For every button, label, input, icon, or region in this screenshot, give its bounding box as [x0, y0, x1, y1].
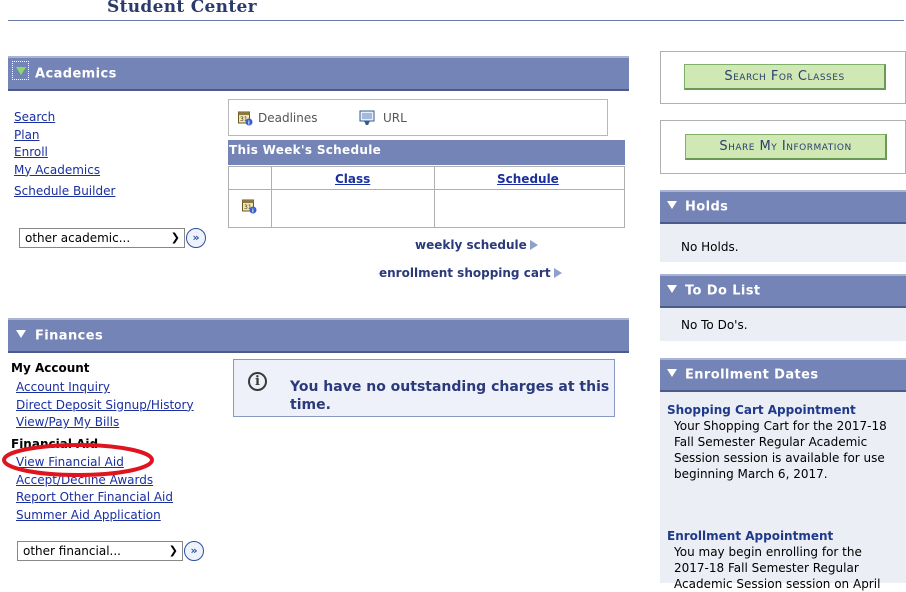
shopping-cart-appointment-title: Shopping Cart Appointment: [667, 403, 856, 417]
share-my-information-label: Share My Information: [719, 139, 852, 154]
enrollment-appointment-text: You may begin enrolling for the 2017-18 …: [674, 545, 881, 591]
holds-panel: No Holds.: [660, 224, 906, 262]
svg-text:i: i: [248, 121, 250, 127]
search-for-classes-button[interactable]: Search For Classes: [684, 64, 886, 90]
academics-link-search[interactable]: Search: [14, 110, 55, 124]
collapse-triangle-icon[interactable]: [667, 201, 677, 209]
info-icon: i: [248, 372, 267, 391]
arrow-right-icon: [529, 239, 538, 250]
shopping-cart-label: enrollment shopping cart: [379, 266, 551, 280]
charges-message: You have no outstanding charges at this …: [290, 379, 610, 413]
todo-panel: No To Do's.: [660, 308, 906, 341]
calendar-info-icon: 31 i: [238, 111, 253, 127]
enrollment-dates-header[interactable]: Enrollment Dates: [660, 358, 906, 392]
chevron-down-icon: ❯: [170, 231, 180, 244]
schedule-table: Class Schedule 31 i: [228, 166, 625, 228]
tab-url[interactable]: URL: [383, 111, 407, 125]
tab-deadlines[interactable]: Deadlines: [258, 111, 318, 125]
my-account-heading: My Account: [11, 361, 90, 375]
finances-title: Finances: [35, 328, 104, 343]
url-icon: [359, 110, 375, 125]
share-my-information-button[interactable]: Share My Information: [685, 134, 887, 160]
financial-go-button[interactable]: »: [184, 541, 204, 561]
collapse-triangle-icon[interactable]: [667, 285, 677, 293]
finances-header[interactable]: Finances: [8, 318, 629, 353]
report-other-aid-link[interactable]: Report Other Financial Aid: [16, 490, 173, 504]
direct-deposit-link[interactable]: Direct Deposit Signup/History: [16, 398, 194, 412]
holds-text: No Holds.: [681, 240, 739, 254]
deadlines-url-box: 31 i Deadlines URL: [228, 99, 608, 136]
svg-text:i: i: [252, 209, 254, 215]
academics-link-enroll[interactable]: Enroll: [14, 145, 48, 159]
collapse-triangle-icon[interactable]: [16, 330, 26, 338]
shopping-cart-appointment-text: Your Shopping Cart for the 2017-18 Fall …: [674, 419, 887, 481]
search-for-classes-label: Search For Classes: [724, 69, 845, 84]
enrollment-dates-title: Enrollment Dates: [685, 367, 819, 383]
financial-dropdown[interactable]: other financial... ❯: [17, 541, 183, 561]
account-inquiry-link[interactable]: Account Inquiry: [16, 380, 110, 394]
collapse-triangle-icon[interactable]: [16, 67, 26, 75]
todo-title: To Do List: [685, 283, 761, 299]
weekly-schedule-label: weekly schedule: [415, 238, 527, 252]
todo-header[interactable]: To Do List: [660, 274, 906, 308]
schedule-builder-link[interactable]: Schedule Builder: [14, 184, 115, 198]
academics-title: Academics: [35, 66, 117, 81]
weekly-schedule-link[interactable]: weekly schedule: [415, 234, 538, 253]
schedule-header: This Week's Schedule: [228, 140, 625, 165]
page-title: Student Center: [107, 0, 257, 17]
enrollment-appointment-title: Enrollment Appointment: [667, 529, 834, 543]
highlight-circle: [2, 443, 154, 477]
academics-header[interactable]: Academics: [8, 56, 629, 91]
view-pay-bills-link[interactable]: View/Pay My Bills: [16, 415, 119, 429]
academics-dropdown[interactable]: other academic... ❯: [19, 228, 185, 248]
column-schedule[interactable]: Schedule: [497, 172, 559, 186]
title-divider: [8, 20, 904, 21]
academics-dropdown-value: other academic...: [25, 231, 131, 245]
calendar-info-icon: 31 i: [242, 199, 257, 215]
charges-message-box: i You have no outstanding charges at thi…: [233, 359, 615, 417]
schedule-title: This Week's Schedule: [229, 143, 382, 157]
holds-title: Holds: [685, 199, 729, 215]
academics-link-my-academics[interactable]: My Academics: [14, 163, 100, 177]
academics-link-plan[interactable]: Plan: [14, 128, 40, 142]
holds-header[interactable]: Holds: [660, 190, 906, 224]
chevron-down-icon: ❯: [168, 544, 178, 557]
column-class[interactable]: Class: [335, 172, 370, 186]
financial-dropdown-value: other financial...: [23, 544, 121, 558]
collapse-triangle-icon[interactable]: [667, 369, 677, 377]
arrow-right-icon: [553, 267, 562, 278]
summer-aid-link[interactable]: Summer Aid Application: [16, 508, 161, 522]
academics-go-button[interactable]: »: [186, 228, 206, 248]
todo-text: No To Do's.: [681, 318, 748, 332]
enrollment-dates-panel: Shopping Cart Appointment Your Shopping …: [660, 392, 906, 591]
shopping-cart-link[interactable]: enrollment shopping cart: [379, 262, 562, 281]
